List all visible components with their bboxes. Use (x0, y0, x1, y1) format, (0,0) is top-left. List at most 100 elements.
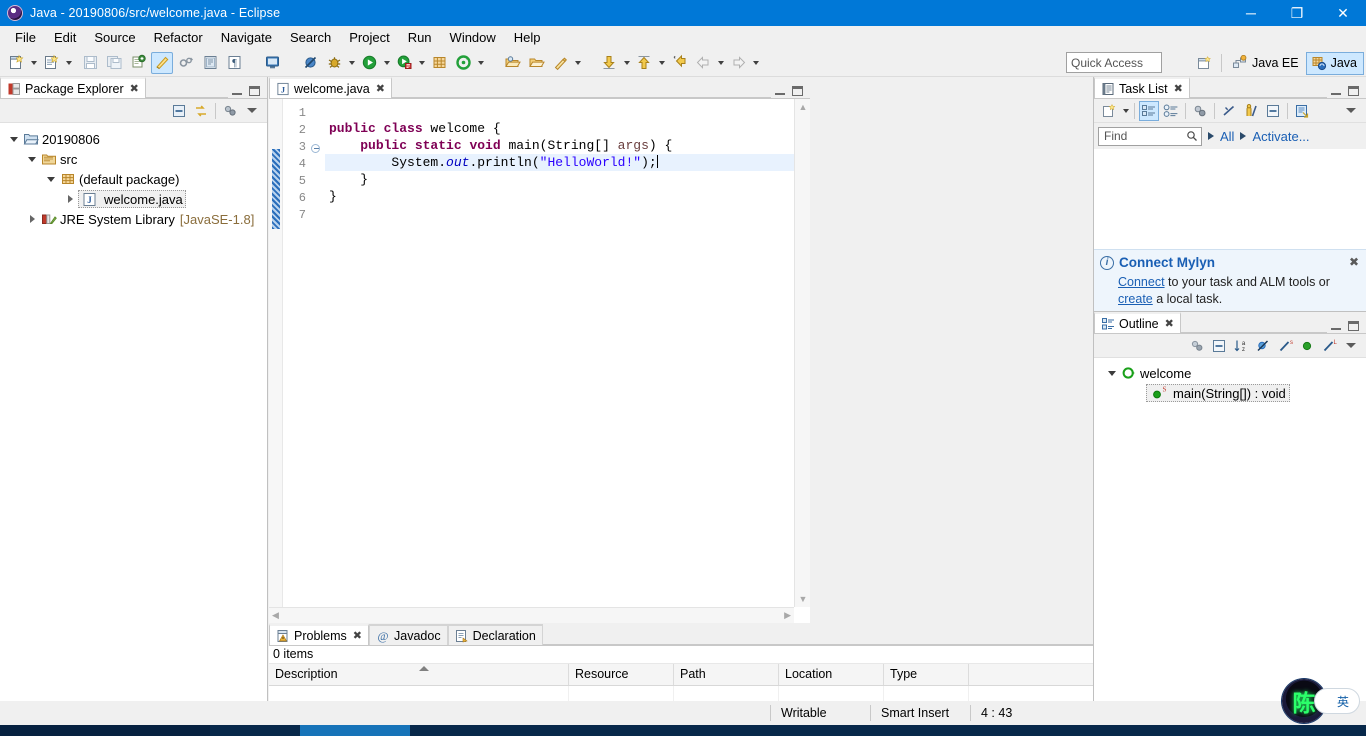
tree-item-welcome-java[interactable]: J welcome.java (0, 189, 267, 209)
taskbar-active-window[interactable] (300, 725, 410, 736)
tab-outline[interactable]: Outline ✖ (1094, 312, 1181, 333)
next-annotation-icon[interactable] (598, 52, 620, 74)
synchronize-changed-icon[interactable] (1219, 101, 1239, 121)
chevron-down-icon[interactable] (43, 176, 59, 182)
link-with-editor-icon[interactable] (191, 101, 211, 121)
save-icon[interactable] (79, 52, 101, 74)
tab-declaration[interactable]: Declaration (447, 624, 543, 645)
debug-dropdown-icon[interactable] (346, 52, 357, 74)
external-tools-icon[interactable] (452, 52, 474, 74)
external-tools-dropdown-icon[interactable] (475, 52, 486, 74)
close-icon[interactable]: ✖ (353, 629, 362, 642)
view-menu-filters-icon[interactable] (220, 101, 240, 121)
new-wizard-icon[interactable] (5, 52, 27, 74)
filter-activate-arrow-icon[interactable] (1240, 132, 1247, 140)
menu-window[interactable]: Window (441, 27, 505, 48)
view-menu-icon[interactable] (1341, 101, 1361, 121)
pilcrow-icon[interactable]: ¶ (223, 52, 245, 74)
focus-on-active-task-icon[interactable] (1187, 336, 1207, 356)
menu-search[interactable]: Search (281, 27, 340, 48)
tree-item-jre-library[interactable]: JRE System Library [JavaSE-1.8] (0, 209, 267, 229)
scroll-down-icon[interactable]: ▼ (795, 591, 811, 607)
new-java-project-icon[interactable] (428, 52, 450, 74)
hide-completed-tasks-icon[interactable] (1241, 101, 1261, 121)
code-text[interactable]: public class welcome { public static voi… (325, 99, 810, 234)
search-icon[interactable] (549, 52, 571, 74)
chevron-down-icon[interactable] (24, 156, 40, 162)
new-task-dropdown-icon[interactable] (1120, 100, 1131, 122)
focus-on-workweek-icon[interactable] (1190, 101, 1210, 121)
ime-indicator[interactable]: 陈 英 (1282, 679, 1360, 723)
filter-activate-label[interactable]: Activate... (1252, 129, 1309, 144)
filter-all-label[interactable]: All (1220, 129, 1234, 144)
tab-javadoc[interactable]: @ Javadoc (369, 624, 448, 645)
open-type-icon[interactable] (199, 52, 221, 74)
tree-item-project[interactable]: 20190806 (0, 129, 267, 149)
outline-item-class[interactable]: welcome (1094, 363, 1366, 383)
forward-dropdown-icon[interactable] (750, 52, 761, 74)
create-local-task-link[interactable]: create (1118, 292, 1153, 306)
previous-annotation-icon[interactable] (633, 52, 655, 74)
search-dropdown-icon[interactable] (572, 52, 583, 74)
outline-item-method[interactable]: S main(String[]) : void (1094, 383, 1366, 403)
tab-package-explorer[interactable]: Package Explorer ✖ (0, 77, 146, 98)
menu-file[interactable]: File (6, 27, 45, 48)
collapse-all-icon[interactable] (1209, 336, 1229, 356)
minimize-icon[interactable] (1331, 87, 1341, 95)
tab-task-list[interactable]: Task List ✖ (1094, 77, 1190, 98)
close-icon[interactable]: ✖ (1165, 317, 1174, 330)
chevron-right-icon[interactable] (62, 195, 78, 203)
ime-mode-badge[interactable]: 英 (1314, 688, 1360, 714)
link-icon[interactable] (175, 52, 197, 74)
code-editor[interactable]: 1 2 3 4 5 6 7 public class welcome { pub… (269, 99, 810, 623)
tab-welcome-java[interactable]: J welcome.java ✖ (269, 77, 392, 98)
hide-nonpublic-icon[interactable] (1297, 336, 1317, 356)
close-icon[interactable]: ✖ (376, 82, 385, 95)
minimize-button[interactable]: ─ (1228, 0, 1274, 26)
scroll-up-icon[interactable]: ▲ (795, 99, 811, 115)
menu-edit[interactable]: Edit (45, 27, 85, 48)
menu-help[interactable]: Help (505, 27, 550, 48)
maximize-icon[interactable] (249, 86, 260, 96)
run-dropdown-icon[interactable] (381, 52, 392, 74)
column-header-type[interactable]: Type (884, 664, 969, 685)
scheduled-presentation-icon[interactable] (1161, 101, 1181, 121)
editor-vertical-scrollbar[interactable]: ▲ ▼ (794, 99, 810, 607)
minimize-icon[interactable] (232, 87, 242, 95)
last-edit-location-icon[interactable] (668, 52, 690, 74)
close-icon[interactable]: ✖ (1174, 82, 1183, 95)
run-coverage-dropdown-icon[interactable] (416, 52, 427, 74)
hide-local-types-icon[interactable]: L (1319, 336, 1339, 356)
editor-horizontal-scrollbar[interactable]: ◀ ▶ (269, 607, 794, 623)
debug-icon[interactable] (323, 52, 345, 74)
skip-all-breakpoints-icon[interactable] (299, 52, 321, 74)
save-all-icon[interactable] (103, 52, 125, 74)
new-wizard-dropdown-icon[interactable] (28, 52, 39, 74)
maximize-icon[interactable] (792, 86, 803, 96)
task-list-empty-area[interactable] (1094, 149, 1366, 257)
quick-access-input[interactable]: Quick Access (1066, 52, 1162, 73)
open-perspective-icon[interactable] (1193, 52, 1215, 74)
connect-link[interactable]: Connect (1118, 275, 1165, 289)
chevron-down-icon[interactable] (6, 136, 22, 142)
toggle-mark-occurrences-icon[interactable] (151, 51, 173, 74)
new-java-class-icon[interactable] (40, 52, 62, 74)
menu-navigate[interactable]: Navigate (212, 27, 281, 48)
back-icon[interactable] (692, 52, 714, 74)
scroll-right-icon[interactable]: ▶ (784, 610, 791, 621)
run-coverage-icon[interactable] (393, 52, 415, 74)
find-input[interactable]: Find (1098, 126, 1202, 146)
console-icon[interactable] (261, 52, 283, 74)
scroll-left-icon[interactable]: ◀ (272, 610, 279, 621)
column-header-description[interactable]: Description (269, 664, 569, 685)
perspective-java[interactable]: Java (1305, 51, 1364, 75)
menu-run[interactable]: Run (399, 27, 441, 48)
tree-item-src[interactable]: src (0, 149, 267, 169)
column-header-path[interactable]: Path (674, 664, 779, 685)
run-icon[interactable] (358, 52, 380, 74)
previous-annotation-dropdown-icon[interactable] (656, 52, 667, 74)
filter-all-arrow-icon[interactable] (1208, 132, 1214, 140)
back-dropdown-icon[interactable] (715, 52, 726, 74)
minimize-icon[interactable] (1331, 322, 1341, 330)
sort-icon[interactable]: az (1231, 336, 1251, 356)
